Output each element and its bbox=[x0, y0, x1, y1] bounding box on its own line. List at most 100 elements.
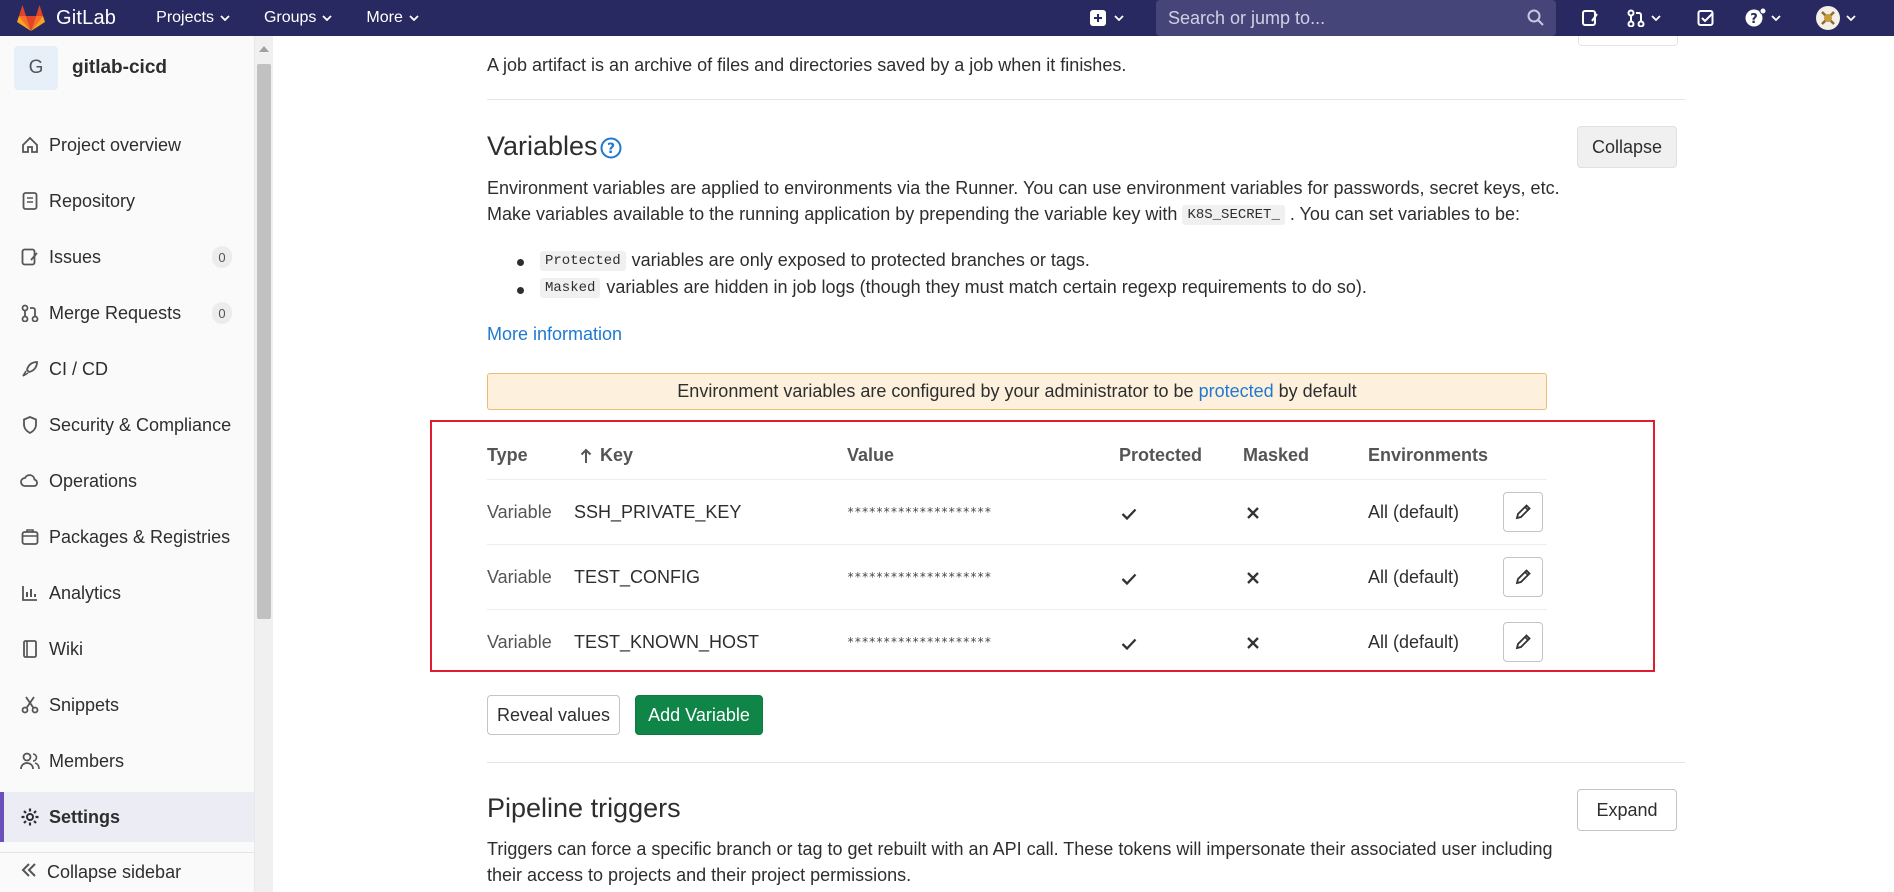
sidebar-item-label: Analytics bbox=[49, 582, 122, 603]
row-key: SSH_PRIVATE_KEY bbox=[574, 502, 742, 522]
sidebar-item-wiki[interactable]: Wiki bbox=[0, 624, 254, 674]
sidebar-item-label: Packages & Registries bbox=[49, 526, 231, 547]
check-icon bbox=[1121, 504, 1137, 525]
users-icon bbox=[20, 751, 40, 771]
variables-description-prefix: Make variables available to the running … bbox=[487, 204, 1178, 224]
alert-protected-link[interactable]: protected bbox=[1199, 381, 1274, 402]
pipeline-triggers-expand-button[interactable]: Expand bbox=[1577, 789, 1677, 831]
todos-nav-button[interactable] bbox=[1690, 0, 1722, 36]
sidebar-item-label: Issues bbox=[49, 246, 102, 267]
sidebar-item-security-compliance[interactable]: Security & Compliance bbox=[0, 400, 254, 450]
top-navbar: GitLab Projects Groups More ? bbox=[0, 0, 1894, 36]
pencil-icon bbox=[1515, 634, 1531, 650]
section-divider bbox=[487, 762, 1685, 763]
protected-bullet-text: variables are only exposed to protected … bbox=[631, 250, 1090, 270]
row-value-masked: ******************** bbox=[847, 635, 992, 649]
merge-requests-count-badge: 0 bbox=[212, 302, 232, 324]
column-header-key-label: Key bbox=[600, 445, 634, 465]
nav-projects-dropdown[interactable]: Projects bbox=[144, 0, 242, 36]
chevron-down-icon bbox=[1771, 15, 1781, 21]
chevron-down-icon bbox=[322, 15, 333, 21]
reveal-values-button[interactable]: Reveal values bbox=[487, 695, 620, 735]
row-type: Variable bbox=[487, 567, 552, 587]
sort-arrow-up-icon bbox=[580, 448, 592, 463]
sidebar-item-label: Repository bbox=[49, 190, 136, 211]
column-header-masked: Masked bbox=[1243, 445, 1310, 465]
nav-projects-label: Projects bbox=[156, 9, 214, 26]
row-key: TEST_CONFIG bbox=[574, 567, 701, 587]
close-icon bbox=[1246, 634, 1260, 655]
nav-groups-dropdown[interactable]: Groups bbox=[252, 0, 344, 36]
cloud-icon bbox=[20, 471, 40, 491]
issues-nav-button[interactable] bbox=[1572, 0, 1608, 36]
edit-variable-button[interactable] bbox=[1503, 622, 1543, 662]
artifacts-description: A job artifact is an archive of files an… bbox=[487, 55, 1127, 75]
home-icon bbox=[20, 135, 40, 155]
sidebar-item-repository[interactable]: Repository bbox=[0, 176, 254, 226]
sidebar-item-label: Security & Compliance bbox=[49, 414, 232, 435]
double-chevron-left-icon bbox=[20, 862, 38, 883]
sidebar-item-label: Project overview bbox=[49, 134, 182, 155]
user-menu-button[interactable] bbox=[1810, 0, 1862, 36]
variables-collapse-button[interactable]: Collapse bbox=[1577, 126, 1677, 168]
sidebar-project-header[interactable]: G gitlab-cicd bbox=[0, 36, 272, 100]
alert-text-suffix: by default bbox=[1278, 381, 1357, 401]
row-environment: All (default) bbox=[1368, 632, 1460, 652]
collapse-sidebar-button[interactable]: Collapse sidebar bbox=[0, 852, 254, 892]
help-dropdown-button[interactable]: ? bbox=[1738, 0, 1788, 36]
sidebar-item-members[interactable]: Members bbox=[0, 736, 254, 786]
section-divider bbox=[487, 99, 1685, 100]
sidebar-item-label: Members bbox=[49, 750, 125, 771]
variables-description-line2: Make variables available to the running … bbox=[487, 204, 1520, 225]
sidebar-item-packages-registries[interactable]: Packages & Registries bbox=[0, 512, 254, 562]
search-input[interactable] bbox=[1168, 7, 1508, 29]
search-icon bbox=[1527, 9, 1544, 26]
k8s-secret-prefix-code: K8S_SECRET_ bbox=[1182, 204, 1285, 225]
pencil-icon bbox=[1515, 569, 1531, 585]
variables-description-line1: Environment variables are applied to env… bbox=[487, 178, 1560, 198]
scroll-up-arrow-icon[interactable] bbox=[259, 46, 269, 52]
user-avatar bbox=[1816, 6, 1840, 30]
column-header-key[interactable]: Key bbox=[580, 445, 633, 466]
issues-icon bbox=[20, 247, 40, 267]
sidebar-item-operations[interactable]: Operations bbox=[0, 456, 254, 506]
shield-icon bbox=[20, 415, 40, 435]
search-box[interactable] bbox=[1156, 0, 1556, 36]
edit-variable-button[interactable] bbox=[1503, 492, 1543, 532]
nav-more-dropdown[interactable]: More bbox=[354, 0, 430, 36]
sidebar-item-project-overview[interactable]: Project overview bbox=[0, 120, 254, 170]
masked-bullet-text: variables are hidden in job logs (though… bbox=[606, 277, 1367, 297]
merge-requests-nav-button[interactable] bbox=[1620, 0, 1668, 36]
row-environment: All (default) bbox=[1368, 567, 1460, 587]
collapse-sidebar-label: Collapse sidebar bbox=[47, 862, 182, 882]
nav-more-label: More bbox=[366, 9, 403, 26]
masked-code: Masked bbox=[540, 277, 601, 298]
new-dropdown-button[interactable] bbox=[1082, 0, 1132, 36]
sidebar-item-ci-cd[interactable]: CI / CD bbox=[0, 344, 254, 394]
protected-bullet: Protected variables are only exposed to … bbox=[540, 250, 1090, 271]
rocket-icon bbox=[20, 359, 40, 379]
brand-name: GitLab bbox=[56, 6, 117, 29]
add-variable-button[interactable]: Add Variable bbox=[635, 695, 763, 735]
sidebar-scrollbar-thumb[interactable] bbox=[257, 64, 271, 619]
more-information-link[interactable]: More information bbox=[487, 324, 622, 345]
sidebar-item-settings[interactable]: Settings bbox=[0, 792, 254, 842]
close-icon bbox=[1246, 569, 1260, 590]
merge-request-icon bbox=[1627, 9, 1645, 27]
merge-request-icon bbox=[20, 303, 40, 323]
pipeline-triggers-description-line1: Triggers can force a specific branch or … bbox=[487, 839, 1553, 859]
sidebar-item-merge-requests[interactable]: Merge Requests 0 bbox=[0, 288, 254, 338]
sidebar-item-label: Merge Requests bbox=[49, 302, 182, 323]
sidebar-item-analytics[interactable]: Analytics bbox=[0, 568, 254, 618]
gear-icon bbox=[20, 807, 40, 827]
variables-help-icon[interactable]: ? bbox=[600, 137, 622, 164]
sidebar-item-issues[interactable]: Issues 0 bbox=[0, 232, 254, 282]
sidebar-item-label: CI / CD bbox=[49, 358, 109, 379]
gitlab-home-link[interactable]: GitLab bbox=[0, 0, 116, 36]
chevron-down-icon bbox=[409, 15, 419, 21]
artifacts-section-button[interactable] bbox=[1578, 36, 1678, 46]
check-icon bbox=[1121, 634, 1137, 655]
close-icon bbox=[1246, 504, 1260, 525]
edit-variable-button[interactable] bbox=[1503, 557, 1543, 597]
sidebar-item-snippets[interactable]: Snippets bbox=[0, 680, 254, 730]
